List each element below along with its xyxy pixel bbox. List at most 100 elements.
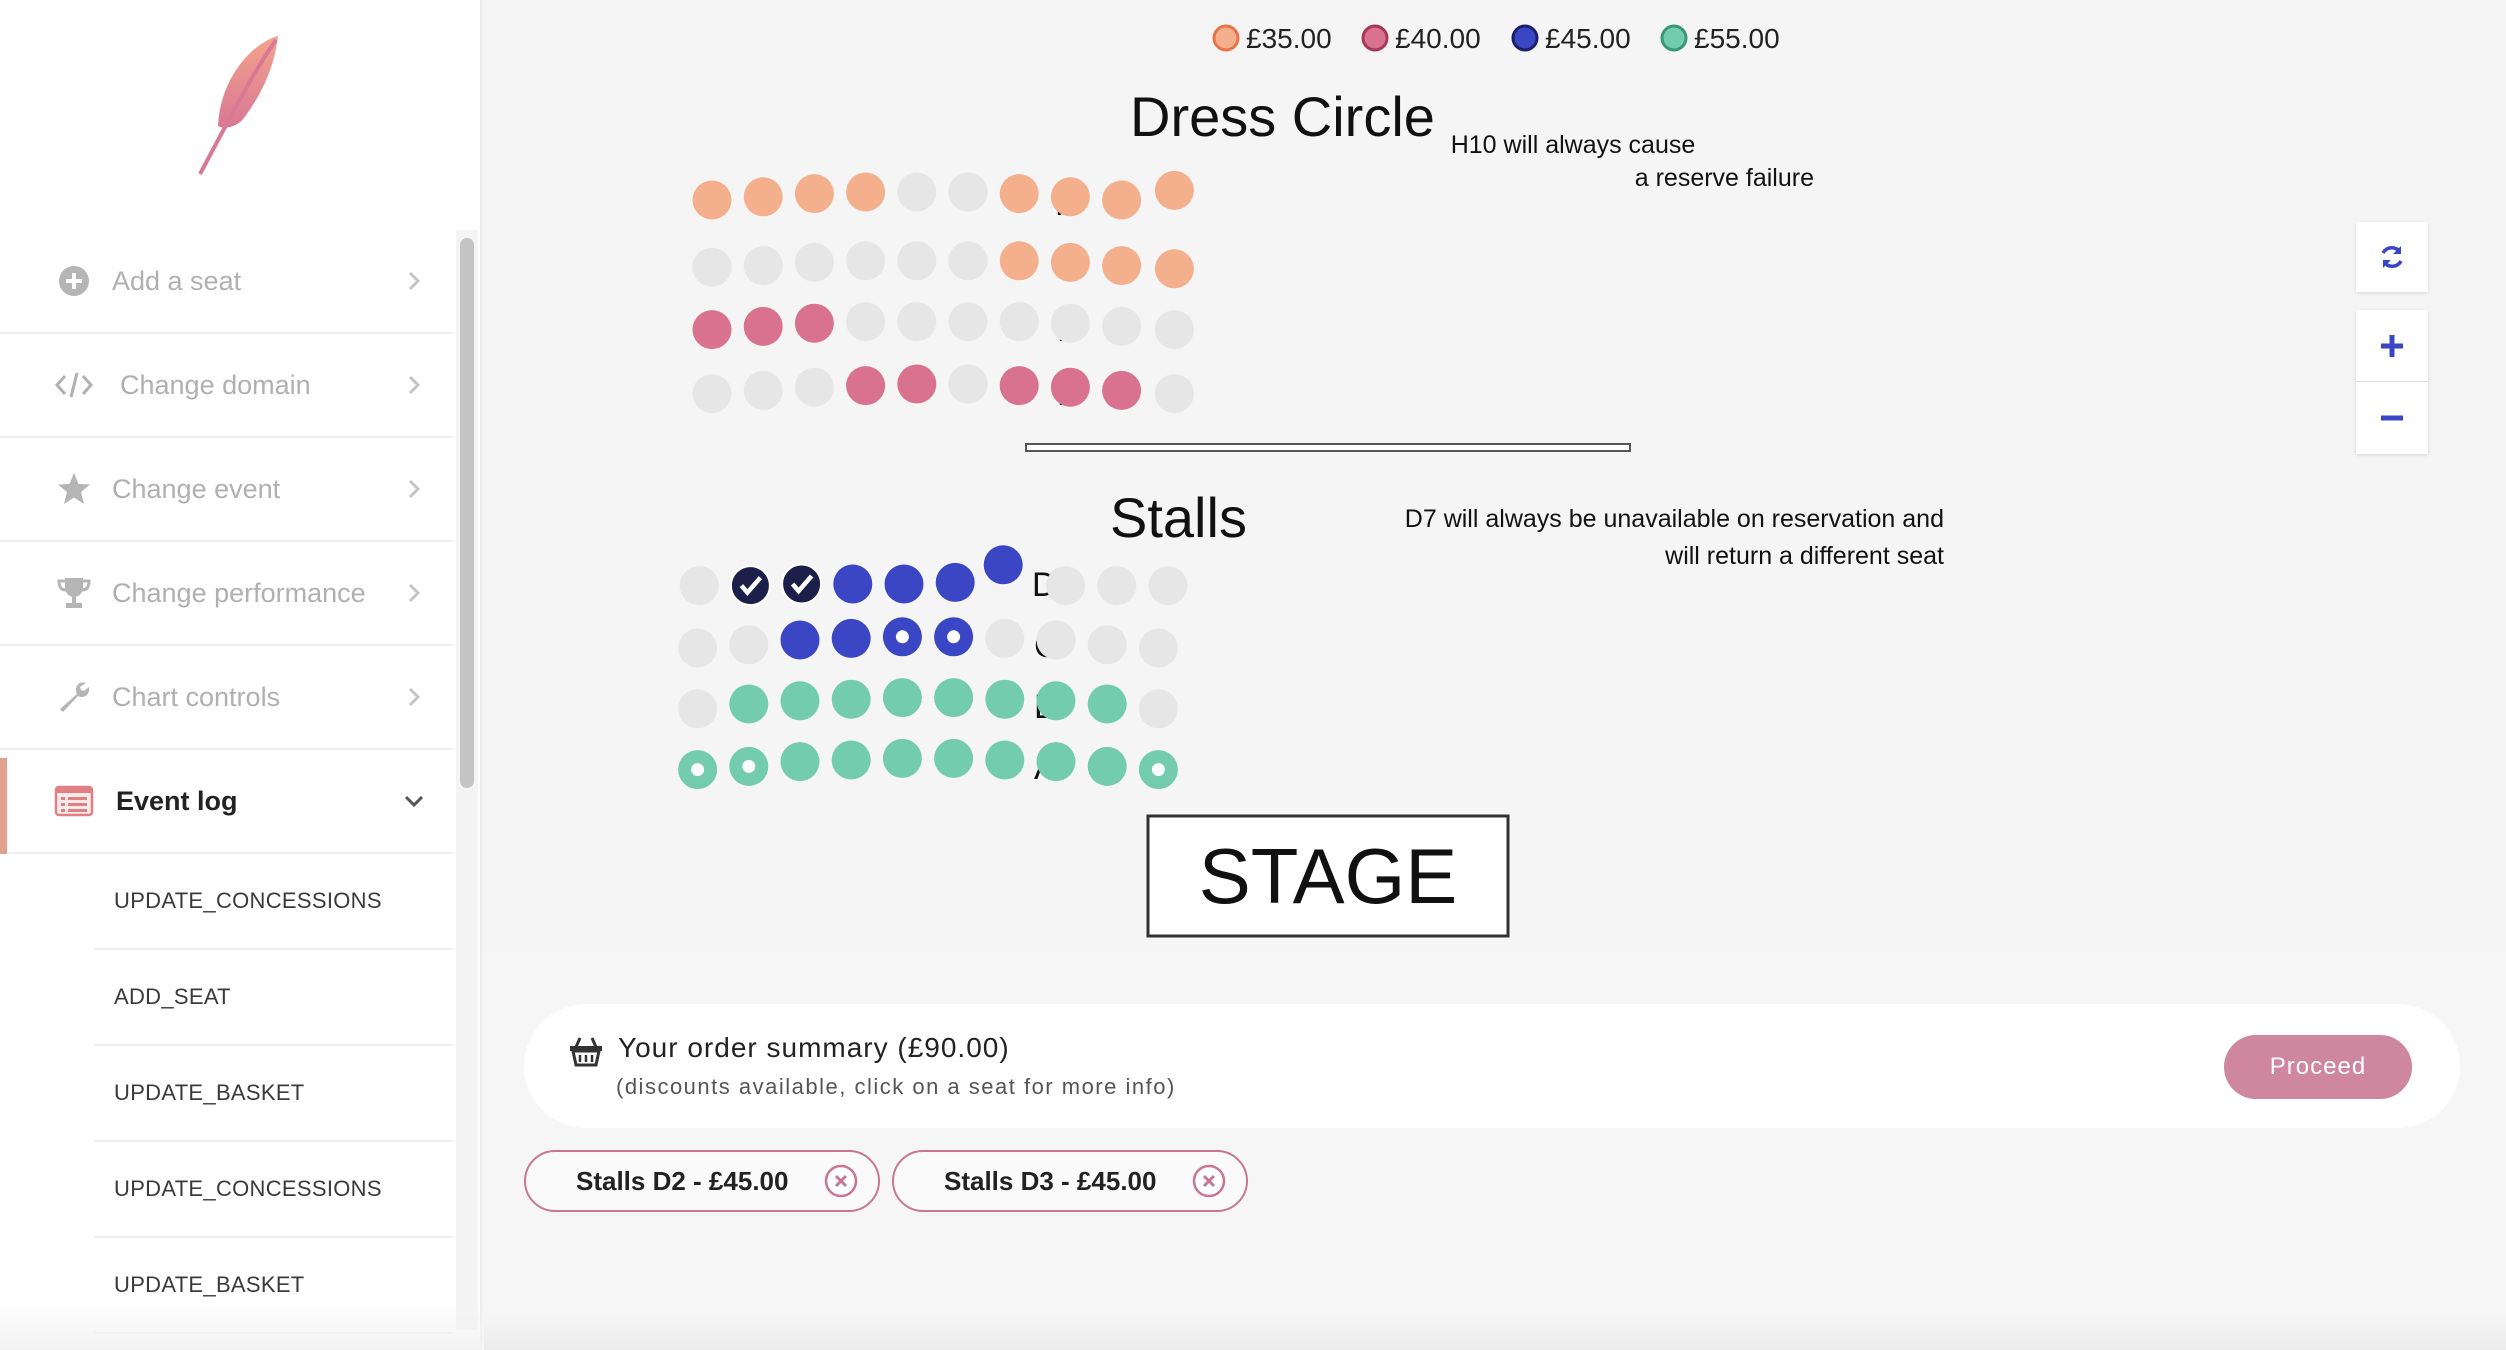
seat-G7[interactable]: [999, 241, 1039, 281]
seat-A7[interactable]: [985, 740, 1025, 780]
seat-F4[interactable]: [846, 302, 886, 342]
zoom-out-button[interactable]: [2356, 382, 2428, 454]
event-log-item[interactable]: ADD_SEAT: [94, 950, 453, 1046]
seat-G1[interactable]: [692, 247, 732, 287]
seat-E5[interactable]: [897, 364, 937, 404]
seat-H1[interactable]: [692, 180, 732, 220]
seat-D8[interactable]: [1046, 566, 1086, 606]
seat-D10[interactable]: [1148, 566, 1188, 606]
seat-E1[interactable]: [692, 374, 732, 414]
seat-C4[interactable]: [831, 618, 871, 658]
seat-C2[interactable]: [729, 625, 769, 665]
seat-E7[interactable]: [999, 366, 1039, 406]
seat-A3[interactable]: [780, 742, 820, 782]
seat-A6[interactable]: [934, 738, 974, 778]
remove-item-icon[interactable]: [824, 1164, 858, 1198]
seat-C8[interactable]: [1036, 620, 1076, 660]
seat-D2[interactable]: [729, 565, 771, 607]
seat-H3[interactable]: [794, 174, 834, 214]
seat-D3[interactable]: [781, 563, 823, 605]
seat-G3[interactable]: [794, 242, 834, 282]
seat-H10[interactable]: [1154, 170, 1194, 210]
seat-D1[interactable]: [679, 566, 719, 606]
seat-F6[interactable]: [948, 302, 988, 342]
sidebar-item-label: Change domain: [120, 369, 311, 400]
seat-G2[interactable]: [743, 246, 783, 286]
sidebar-item-change-performance[interactable]: Change performance: [0, 542, 453, 646]
seat-A10[interactable]: [1138, 750, 1178, 790]
seat-A5[interactable]: [882, 738, 922, 778]
seat-D6[interactable]: [935, 562, 975, 602]
sidebar-scrollbar-thumb[interactable]: [460, 238, 474, 788]
seat-H8[interactable]: [1050, 177, 1090, 217]
seat-H6[interactable]: [948, 172, 988, 212]
seat-H9[interactable]: [1102, 180, 1142, 220]
seat-C5[interactable]: [882, 617, 922, 657]
seat-F8[interactable]: [1050, 303, 1090, 343]
seat-G6[interactable]: [948, 241, 988, 281]
seat-H7[interactable]: [999, 174, 1039, 214]
seat-E6[interactable]: [948, 364, 988, 404]
seat-B10[interactable]: [1138, 689, 1178, 729]
seat-B1[interactable]: [678, 689, 718, 729]
seat-E4[interactable]: [846, 366, 886, 406]
seat-F7[interactable]: [999, 302, 1039, 342]
sidebar-item-change-event[interactable]: Change event: [0, 438, 453, 542]
seat-C7[interactable]: [985, 618, 1025, 658]
event-log-item[interactable]: UPDATE_CONCESSIONS: [94, 854, 453, 950]
seat-A9[interactable]: [1087, 746, 1127, 786]
seat-E10[interactable]: [1154, 374, 1194, 414]
remove-item-icon[interactable]: [1192, 1164, 1226, 1198]
proceed-button[interactable]: Proceed: [2224, 1035, 2412, 1099]
seat-H5[interactable]: [897, 172, 937, 212]
seat-C3[interactable]: [780, 620, 820, 660]
seat-B2[interactable]: [729, 684, 769, 724]
zoom-in-button[interactable]: [2356, 310, 2428, 382]
event-log-item[interactable]: UPDATE_CONCESSIONS: [94, 1142, 453, 1238]
seat-A8[interactable]: [1036, 742, 1076, 782]
seat-B5[interactable]: [882, 678, 922, 718]
seat-G10[interactable]: [1154, 249, 1194, 289]
seat-H2[interactable]: [743, 177, 783, 217]
seat-G8[interactable]: [1050, 242, 1090, 282]
seat-D5[interactable]: [884, 564, 924, 604]
seat-F10[interactable]: [1154, 310, 1194, 350]
refresh-button[interactable]: [2356, 222, 2428, 292]
seat-D4[interactable]: [833, 564, 873, 604]
seat-F9[interactable]: [1102, 306, 1142, 346]
seat-E3[interactable]: [794, 367, 834, 407]
seat-H4[interactable]: [846, 172, 886, 212]
seat-B3[interactable]: [780, 681, 820, 721]
sidebar-item-change-domain[interactable]: Change domain: [0, 334, 453, 438]
seat-B7[interactable]: [985, 679, 1025, 719]
seat-C6[interactable]: [934, 617, 974, 657]
seat-B4[interactable]: [831, 679, 871, 719]
seat-G5[interactable]: [897, 241, 937, 281]
seat-G9[interactable]: [1102, 246, 1142, 286]
seat-D9[interactable]: [1097, 566, 1137, 606]
seat-C10[interactable]: [1138, 628, 1178, 668]
sidebar-item-event-log[interactable]: Event log: [0, 750, 453, 854]
seat-A2[interactable]: [729, 746, 769, 786]
seat-B8[interactable]: [1036, 681, 1076, 721]
sidebar-item-chart-controls[interactable]: Chart controls: [0, 646, 453, 750]
seat-G4[interactable]: [846, 241, 886, 281]
seat-A1[interactable]: [678, 750, 718, 790]
sidebar-item-add-seat[interactable]: Add a seat: [0, 230, 453, 334]
seat-B9[interactable]: [1087, 684, 1127, 724]
seat-E2[interactable]: [743, 370, 783, 410]
seat-D7[interactable]: [983, 545, 1023, 585]
seat-B6[interactable]: [934, 678, 974, 718]
seat-F3[interactable]: [794, 303, 834, 343]
event-log-item[interactable]: UPDATE_BASKET: [94, 1046, 453, 1142]
basket-item-chip[interactable]: Stalls D3 - £45.00: [892, 1150, 1248, 1212]
seat-A4[interactable]: [831, 740, 871, 780]
seat-E9[interactable]: [1102, 370, 1142, 410]
seat-F2[interactable]: [743, 306, 783, 346]
seat-E8[interactable]: [1050, 367, 1090, 407]
seat-F5[interactable]: [897, 302, 937, 342]
basket-item-chip[interactable]: Stalls D2 - £45.00: [524, 1150, 880, 1212]
seat-C9[interactable]: [1087, 625, 1127, 665]
seat-C1[interactable]: [678, 628, 718, 668]
seat-F1[interactable]: [692, 310, 732, 350]
